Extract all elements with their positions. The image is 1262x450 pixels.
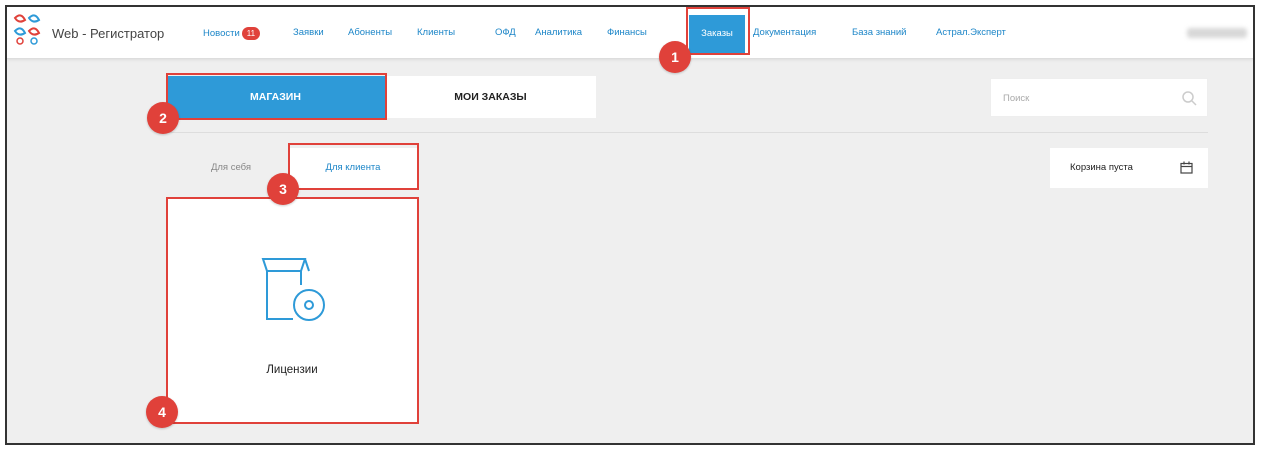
nav-item-news-label: Новости (203, 28, 240, 40)
nav-item-finance[interactable]: Финансы (607, 27, 653, 38)
nav-item-knowledge-base[interactable]: База знаний (852, 27, 906, 38)
nav-item-analytics[interactable]: Аналитика (535, 27, 582, 38)
nav-item-subscribers[interactable]: Абоненты (348, 27, 392, 38)
step-marker-3: 3 (267, 173, 299, 205)
step-marker-2: 2 (147, 102, 179, 134)
step-marker-1: 1 (659, 41, 691, 73)
cart-button[interactable]: Корзина пуста (1050, 148, 1208, 188)
nav-item-documentation[interactable]: Документация (753, 27, 816, 38)
search-input[interactable]: Поиск (990, 78, 1208, 117)
step-marker-4: 4 (146, 396, 178, 428)
highlight-for-client-tab (288, 143, 419, 190)
top-navigation: Web - Регистратор Новости 11 Заявки Абоне… (7, 7, 1253, 59)
app-logo-icon[interactable] (12, 13, 42, 45)
highlight-licenses-card (166, 197, 419, 424)
calendar-icon (1180, 161, 1193, 174)
highlight-orders-nav (686, 7, 750, 55)
app-title: Web - Регистратор (52, 26, 165, 41)
search-icon[interactable] (1181, 90, 1197, 106)
highlight-shop-tab (166, 73, 387, 120)
cart-label: Корзина пуста (1070, 162, 1133, 173)
app-window: Web - Регистратор Новости 11 Заявки Абоне… (5, 5, 1255, 445)
nav-item-ofd[interactable]: ОФД (495, 27, 516, 38)
nav-item-news[interactable]: Новости 11 (203, 27, 261, 40)
section-divider (166, 132, 1208, 133)
nav-item-requests[interactable]: Заявки (293, 27, 324, 38)
tab-my-orders[interactable]: МОИ ЗАКАЗЫ (385, 76, 596, 118)
search-placeholder: Поиск (1003, 93, 1030, 104)
user-account-name[interactable] (1187, 28, 1247, 38)
nav-item-clients[interactable]: Клиенты (417, 27, 455, 38)
news-count-badge: 11 (241, 27, 261, 40)
nav-item-astral-expert[interactable]: Астрал.Эксперт (936, 27, 1006, 38)
